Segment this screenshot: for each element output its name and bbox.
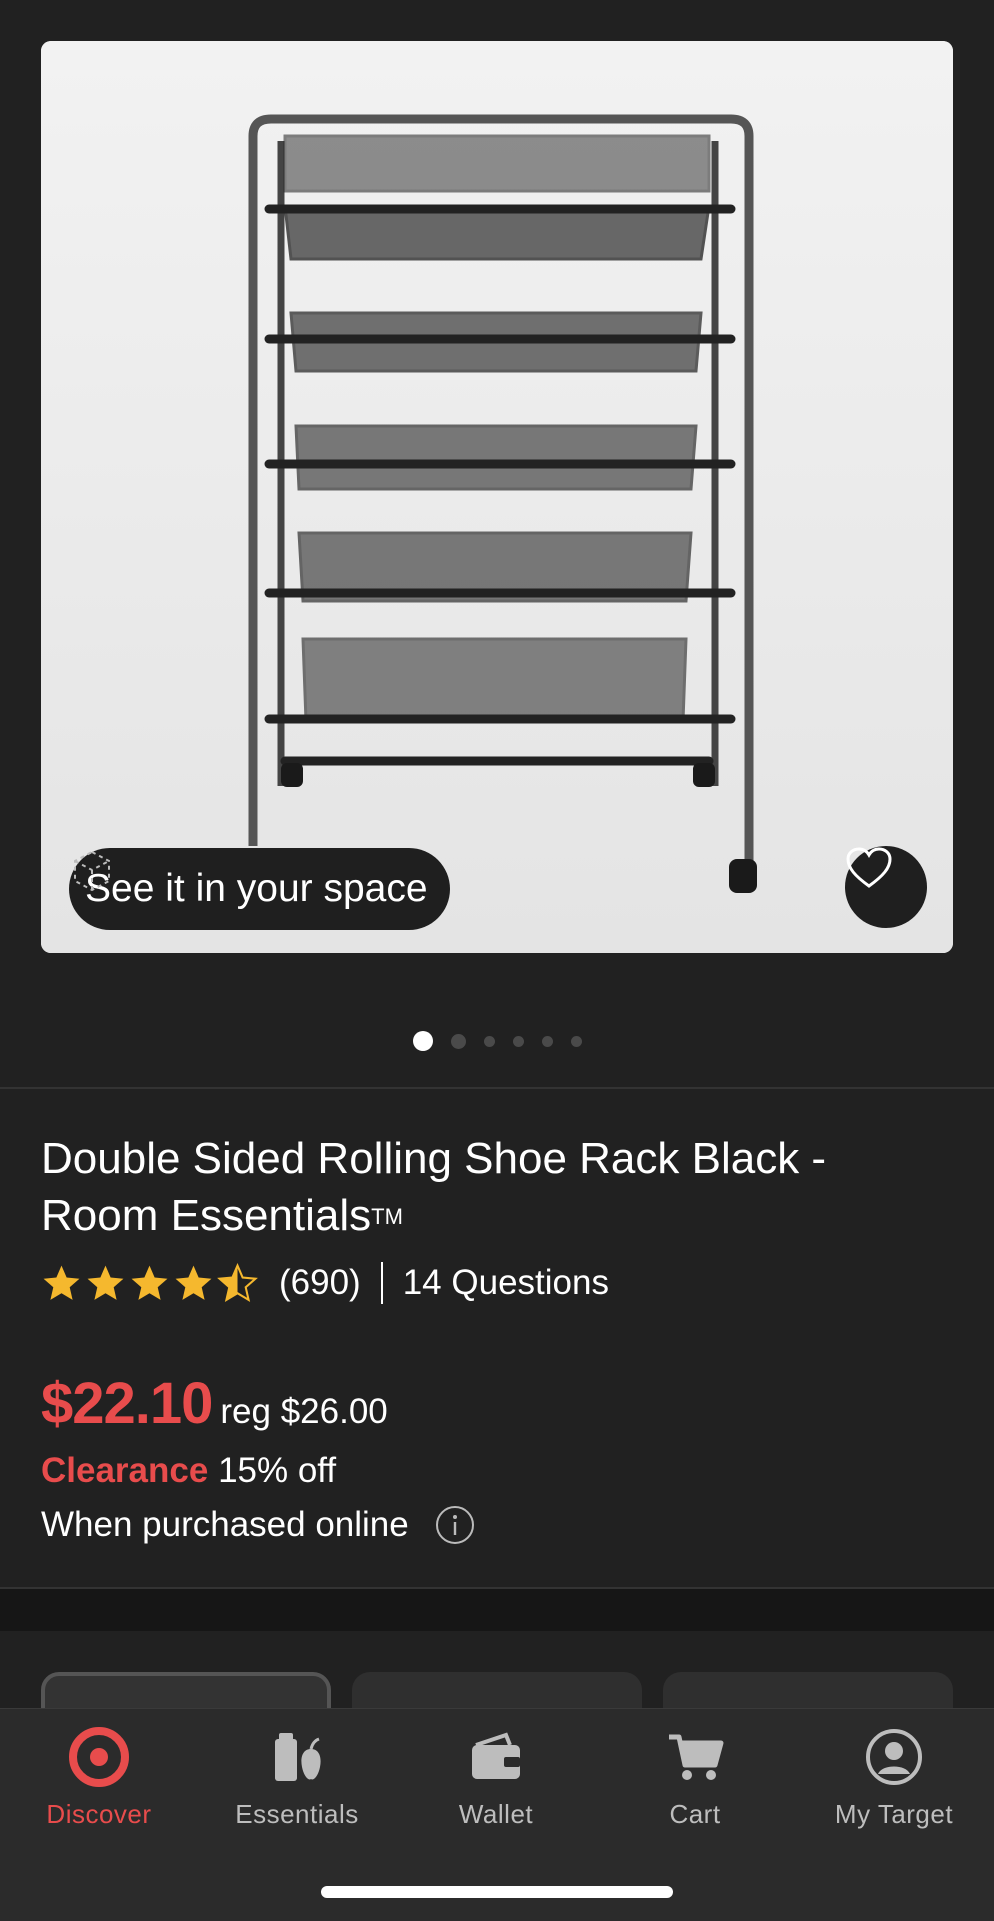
rating-separator <box>380 1262 383 1304</box>
tab-wallet[interactable]: Wallet <box>397 1709 595 1859</box>
questions-link[interactable]: 14 Questions <box>403 1263 609 1303</box>
target-logo-icon <box>69 1727 129 1787</box>
ar-cube-icon <box>74 850 110 892</box>
tab-discover[interactable]: Discover <box>0 1709 198 1859</box>
carousel-dot-active[interactable] <box>412 1031 433 1051</box>
image-carousel-dots[interactable] <box>0 1029 994 1053</box>
star-full-icon <box>43 1265 80 1300</box>
trademark-symbol: TM <box>371 1204 403 1229</box>
shoe-rack-image <box>41 41 953 953</box>
section-divider <box>0 1087 994 1089</box>
see-it-in-your-space-button[interactable]: See it in your space <box>69 848 450 930</box>
review-count-link[interactable]: (690) <box>279 1263 361 1303</box>
regular-price: reg $26.00 <box>220 1392 388 1431</box>
carousel-dot[interactable] <box>570 1035 582 1047</box>
current-price: $22.10 <box>41 1371 213 1436</box>
tab-label: Cart <box>669 1799 721 1829</box>
clearance-label: Clearance <box>41 1451 209 1490</box>
tab-essentials[interactable]: Essentials <box>198 1709 396 1859</box>
star-full-icon <box>175 1265 212 1300</box>
product-image-card[interactable]: See it in your space <box>41 41 953 953</box>
favorite-button[interactable] <box>845 846 927 928</box>
tab-cart[interactable]: Cart <box>596 1709 794 1859</box>
clearance-row: Clearance 15% off <box>41 1451 336 1491</box>
tab-label: Wallet <box>458 1799 534 1829</box>
carousel-dot[interactable] <box>541 1035 553 1047</box>
essentials-icon <box>275 1733 321 1781</box>
price-row: $22.10 reg $26.00 <box>41 1370 388 1437</box>
cart-icon <box>669 1734 724 1780</box>
heart-icon <box>846 847 892 888</box>
tab-my-target[interactable]: My Target <box>795 1709 993 1859</box>
star-full-icon <box>87 1265 124 1300</box>
tab-label: Discover <box>46 1799 152 1829</box>
product-title: Double Sided Rolling Shoe Rack Black - R… <box>41 1134 827 1240</box>
ar-button-label: See it in your space <box>85 867 428 910</box>
online-note: When purchased online <box>41 1505 409 1544</box>
online-note-row: When purchased online <box>41 1505 475 1545</box>
star-half-icon <box>217 1262 258 1302</box>
carousel-dot[interactable] <box>512 1035 524 1047</box>
section-gap-band <box>0 1589 994 1631</box>
rating-row[interactable]: (690) 14 Questions <box>41 1258 609 1308</box>
discount-text: 15% off <box>218 1451 337 1490</box>
carousel-dot[interactable] <box>450 1033 466 1049</box>
home-indicator[interactable] <box>321 1886 673 1898</box>
account-icon <box>866 1729 922 1785</box>
tab-label: My Target <box>834 1799 954 1829</box>
info-icon[interactable] <box>435 1505 475 1545</box>
star-full-icon <box>131 1265 168 1300</box>
carousel-dot[interactable] <box>483 1035 495 1047</box>
tab-label: Essentials <box>235 1799 359 1829</box>
wallet-icon <box>472 1732 520 1779</box>
